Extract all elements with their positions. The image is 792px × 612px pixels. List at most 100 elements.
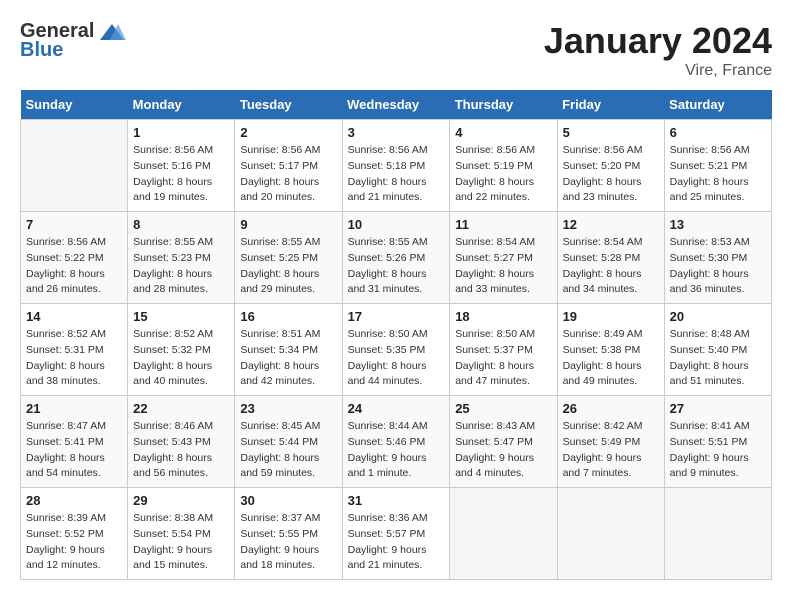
day-number: 14 <box>26 309 122 324</box>
day-number: 26 <box>563 401 659 416</box>
page-header: General Blue January 2024 Vire, France <box>20 20 772 80</box>
sunrise-text: Sunrise: 8:50 AM <box>455 327 551 343</box>
calendar-cell <box>21 120 128 212</box>
day-number: 12 <box>563 217 659 232</box>
calendar-cell: 26 Sunrise: 8:42 AMSunset: 5:49 PMDayligh… <box>557 396 664 488</box>
sunrise-text: Sunrise: 8:52 AM <box>26 327 122 343</box>
daylight-text: Daylight: 8 hours and 40 minutes. <box>133 359 229 391</box>
day-number: 24 <box>348 401 445 416</box>
day-number: 23 <box>240 401 336 416</box>
daylight-text: Daylight: 9 hours and 7 minutes. <box>563 451 659 483</box>
day-number: 1 <box>133 125 229 140</box>
daylight-text: Daylight: 8 hours and 23 minutes. <box>563 175 659 207</box>
sunrise-text: Sunrise: 8:56 AM <box>133 143 229 159</box>
sunrise-text: Sunrise: 8:39 AM <box>26 511 122 527</box>
calendar-cell: 22Sunrise: 8:46 AMSunset: 5:43 PMDayligh… <box>128 396 235 488</box>
sunset-text: Sunset: 5:49 PM <box>563 435 659 451</box>
weekday-header-thursday: Thursday <box>450 90 557 120</box>
sunset-text: Sunset: 5:38 PM <box>563 343 659 359</box>
calendar-cell <box>450 488 557 580</box>
day-info: Sunrise: 8:44 AMSunset: 5:46 PMDaylight:… <box>348 419 445 482</box>
sunrise-text: Sunrise: 8:50 AM <box>348 327 445 343</box>
daylight-text: Daylight: 9 hours and 4 minutes. <box>455 451 551 483</box>
day-number: 10 <box>348 217 445 232</box>
day-info: Sunrise: 8:48 AMSunset: 5:40 PMDaylight:… <box>670 327 766 390</box>
daylight-text: Daylight: 8 hours and 19 minutes. <box>133 175 229 207</box>
day-info: Sunrise: 8:56 AMSunset: 5:22 PMDaylight:… <box>26 235 122 298</box>
sunrise-text: Sunrise: 8:44 AM <box>348 419 445 435</box>
logo: General Blue <box>20 20 126 62</box>
sunrise-text: Sunrise: 8:55 AM <box>240 235 336 251</box>
day-number: 9 <box>240 217 336 232</box>
sunset-text: Sunset: 5:34 PM <box>240 343 336 359</box>
daylight-text: Daylight: 9 hours and 1 minute. <box>348 451 445 483</box>
day-info: Sunrise: 8:43 AMSunset: 5:47 PMDaylight:… <box>455 419 551 482</box>
sunset-text: Sunset: 5:27 PM <box>455 251 551 267</box>
weekday-header-friday: Friday <box>557 90 664 120</box>
logo-blue-text: Blue <box>20 39 63 62</box>
day-number: 2 <box>240 125 336 140</box>
sunset-text: Sunset: 5:19 PM <box>455 159 551 175</box>
sunrise-text: Sunrise: 8:37 AM <box>240 511 336 527</box>
sunset-text: Sunset: 5:22 PM <box>26 251 122 267</box>
calendar-cell: 19Sunrise: 8:49 AMSunset: 5:38 PMDayligh… <box>557 304 664 396</box>
daylight-text: Daylight: 8 hours and 31 minutes. <box>348 267 445 299</box>
daylight-text: Daylight: 9 hours and 12 minutes. <box>26 543 122 575</box>
calendar-cell: 14 Sunrise: 8:52 AMSunset: 5:31 PMDayligh… <box>21 304 128 396</box>
calendar-cell: 30 Sunrise: 8:37 AMSunset: 5:55 PMDayligh… <box>235 488 342 580</box>
sunrise-text: Sunrise: 8:54 AM <box>455 235 551 251</box>
day-info: Sunrise: 8:42 AMSunset: 5:49 PMDaylight:… <box>563 419 659 482</box>
day-info: Sunrise: 8:56 AMSunset: 5:17 PMDaylight:… <box>240 143 336 206</box>
daylight-text: Daylight: 8 hours and 38 minutes. <box>26 359 122 391</box>
daylight-text: Daylight: 8 hours and 36 minutes. <box>670 267 766 299</box>
day-info: Sunrise: 8:38 AMSunset: 5:54 PMDaylight:… <box>133 511 229 574</box>
calendar-cell: 13Sunrise: 8:53 AMSunset: 5:30 PMDayligh… <box>664 212 771 304</box>
sunset-text: Sunset: 5:28 PM <box>563 251 659 267</box>
sunset-text: Sunset: 5:37 PM <box>455 343 551 359</box>
calendar-cell: 27Sunrise: 8:41 AMSunset: 5:51 PMDayligh… <box>664 396 771 488</box>
calendar-cell: 3Sunrise: 8:56 AMSunset: 5:18 PMDaylight… <box>342 120 450 212</box>
daylight-text: Daylight: 8 hours and 59 minutes. <box>240 451 336 483</box>
daylight-text: Daylight: 8 hours and 29 minutes. <box>240 267 336 299</box>
calendar-cell <box>557 488 664 580</box>
day-info: Sunrise: 8:54 AMSunset: 5:28 PMDaylight:… <box>563 235 659 298</box>
sunset-text: Sunset: 5:25 PM <box>240 251 336 267</box>
sunset-text: Sunset: 5:55 PM <box>240 527 336 543</box>
daylight-text: Daylight: 8 hours and 21 minutes. <box>348 175 445 207</box>
sunset-text: Sunset: 5:52 PM <box>26 527 122 543</box>
sunset-text: Sunset: 5:44 PM <box>240 435 336 451</box>
sunset-text: Sunset: 5:43 PM <box>133 435 229 451</box>
sunrise-text: Sunrise: 8:56 AM <box>563 143 659 159</box>
sunrise-text: Sunrise: 8:52 AM <box>133 327 229 343</box>
title-block: January 2024 Vire, France <box>544 20 772 80</box>
day-number: 16 <box>240 309 336 324</box>
sunrise-text: Sunrise: 8:43 AM <box>455 419 551 435</box>
calendar-cell: 6Sunrise: 8:56 AMSunset: 5:21 PMDaylight… <box>664 120 771 212</box>
daylight-text: Daylight: 8 hours and 47 minutes. <box>455 359 551 391</box>
sunset-text: Sunset: 5:31 PM <box>26 343 122 359</box>
sunset-text: Sunset: 5:32 PM <box>133 343 229 359</box>
day-info: Sunrise: 8:39 AMSunset: 5:52 PMDaylight:… <box>26 511 122 574</box>
day-number: 22 <box>133 401 229 416</box>
weekday-header-tuesday: Tuesday <box>235 90 342 120</box>
calendar-cell: 12 Sunrise: 8:54 AMSunset: 5:28 PMDayligh… <box>557 212 664 304</box>
day-info: Sunrise: 8:41 AMSunset: 5:51 PMDaylight:… <box>670 419 766 482</box>
day-info: Sunrise: 8:53 AMSunset: 5:30 PMDaylight:… <box>670 235 766 298</box>
daylight-text: Daylight: 8 hours and 28 minutes. <box>133 267 229 299</box>
day-info: Sunrise: 8:56 AMSunset: 5:16 PMDaylight:… <box>133 143 229 206</box>
weekday-header-sunday: Sunday <box>21 90 128 120</box>
day-number: 30 <box>240 493 336 508</box>
day-info: Sunrise: 8:55 AMSunset: 5:25 PMDaylight:… <box>240 235 336 298</box>
day-number: 7 <box>26 217 122 232</box>
day-number: 11 <box>455 217 551 232</box>
sunrise-text: Sunrise: 8:53 AM <box>670 235 766 251</box>
day-info: Sunrise: 8:37 AMSunset: 5:55 PMDaylight:… <box>240 511 336 574</box>
calendar-table: SundayMondayTuesdayWednesdayThursdayFrid… <box>20 90 772 580</box>
sunrise-text: Sunrise: 8:55 AM <box>133 235 229 251</box>
daylight-text: Daylight: 8 hours and 56 minutes. <box>133 451 229 483</box>
calendar-cell: 29Sunrise: 8:38 AMSunset: 5:54 PMDayligh… <box>128 488 235 580</box>
sunrise-text: Sunrise: 8:42 AM <box>563 419 659 435</box>
day-info: Sunrise: 8:51 AMSunset: 5:34 PMDaylight:… <box>240 327 336 390</box>
day-info: Sunrise: 8:50 AMSunset: 5:35 PMDaylight:… <box>348 327 445 390</box>
sunrise-text: Sunrise: 8:47 AM <box>26 419 122 435</box>
